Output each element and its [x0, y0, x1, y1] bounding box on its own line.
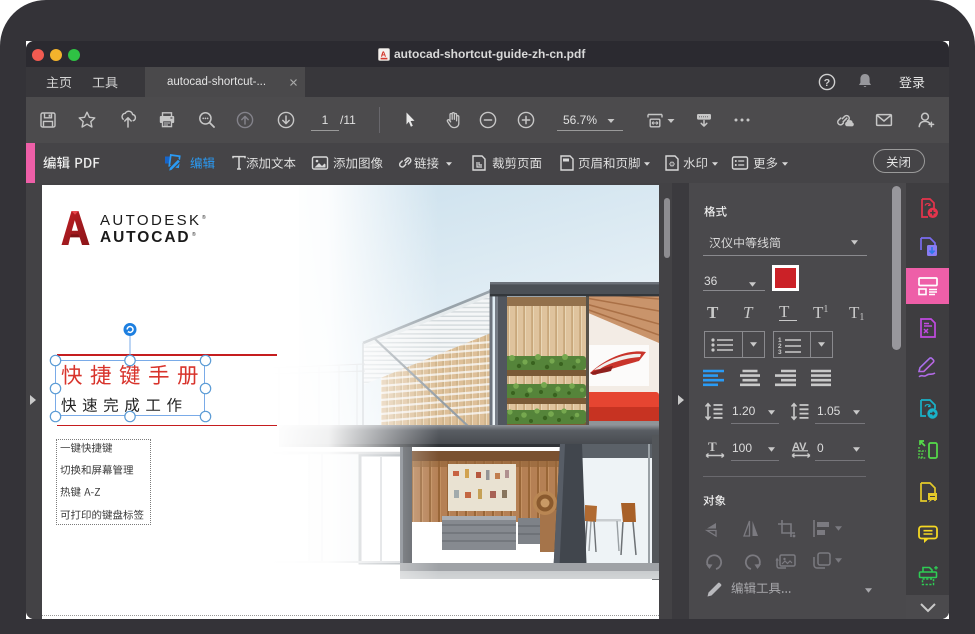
svg-text:T: T [708, 439, 717, 454]
svg-text:3: 3 [778, 349, 782, 354]
svg-text:®: ® [202, 214, 206, 221]
svg-text:®: ® [192, 231, 196, 238]
svg-text:?: ? [824, 77, 830, 89]
svg-text:AUTOCAD: AUTOCAD [100, 229, 191, 246]
svg-text:AUTODESK: AUTODESK [100, 212, 201, 229]
